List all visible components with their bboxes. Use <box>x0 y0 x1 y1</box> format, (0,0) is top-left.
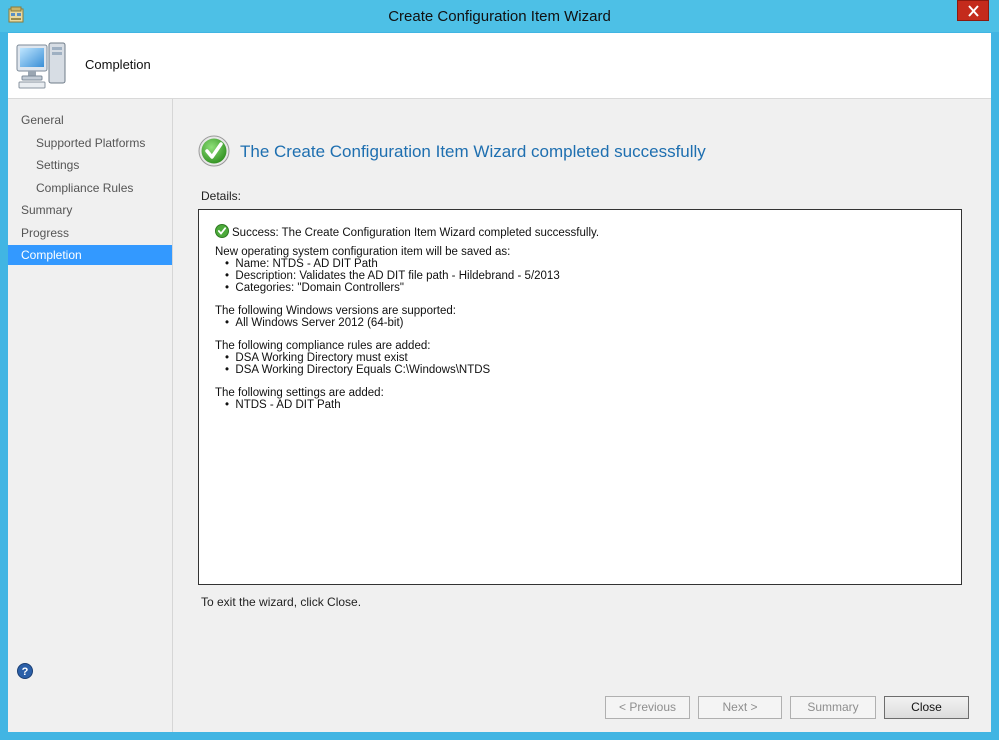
wizard-nav: General Supported Platforms Settings Com… <box>8 99 173 732</box>
help-icon[interactable]: ? <box>17 663 33 679</box>
nav-item-compliance-rules[interactable]: Compliance Rules <box>36 178 133 198</box>
wizard-main-panel: The Create Configuration Item Wizard com… <box>174 99 991 732</box>
previous-button[interactable]: < Previous <box>605 696 690 719</box>
window-border <box>0 732 999 740</box>
rules-intro: The following compliance rules are added… <box>215 340 431 352</box>
wizard-header: Completion <box>8 33 991 99</box>
window-border <box>991 33 999 740</box>
wizard-window: Create Configuration Item Wizard Complet… <box>0 0 999 740</box>
nav-item-progress[interactable]: Progress <box>21 223 69 243</box>
completion-headline: The Create Configuration Item Wizard com… <box>240 142 706 161</box>
details-label: Details: <box>201 189 242 203</box>
saved-intro: New operating system configuration item … <box>215 246 511 258</box>
rule-item: • DSA Working Directory Equals C:\Window… <box>225 364 491 376</box>
version-item: • All Windows Server 2012 (64-bit) <box>225 317 404 329</box>
settings-intro: The following settings are added: <box>215 387 384 399</box>
nav-item-completion[interactable]: Completion <box>8 245 172 265</box>
close-button[interactable]: Close <box>884 696 969 719</box>
details-text-box[interactable]: Success: The Create Configuration Item W… <box>198 209 962 585</box>
success-check-icon <box>198 135 230 167</box>
success-line: Success: The Create Configuration Item W… <box>232 227 600 239</box>
window-close-button[interactable] <box>957 0 989 21</box>
saved-item: • Categories: "Domain Controllers" <box>225 282 405 294</box>
success-small-icon <box>215 224 229 238</box>
summary-button[interactable]: Summary <box>790 696 876 719</box>
title-bar[interactable]: Create Configuration Item Wizard <box>0 0 999 32</box>
svg-text:?: ? <box>22 666 29 678</box>
setting-item: • NTDS - AD DIT Path <box>225 399 341 411</box>
next-button[interactable]: Next > <box>698 696 782 719</box>
saved-item: • Name: NTDS - AD DIT Path <box>225 258 378 270</box>
saved-item: • Description: Validates the AD DIT file… <box>225 270 560 282</box>
wizard-client-area: Completion General Supported Platforms S… <box>8 33 991 732</box>
close-icon <box>968 5 979 17</box>
versions-intro: The following Windows versions are suppo… <box>215 305 456 317</box>
rule-item: • DSA Working Directory must exist <box>225 352 408 364</box>
nav-item-supported-platforms[interactable]: Supported Platforms <box>36 133 145 153</box>
header-title: Completion <box>85 57 151 72</box>
nav-item-settings[interactable]: Settings <box>36 155 79 175</box>
nav-item-general[interactable]: General <box>21 110 64 130</box>
computer-icon <box>16 42 66 89</box>
exit-instructions: To exit the wizard, click Close. <box>201 595 362 609</box>
window-title: Create Configuration Item Wizard <box>388 8 611 25</box>
nav-item-summary[interactable]: Summary <box>21 200 72 220</box>
